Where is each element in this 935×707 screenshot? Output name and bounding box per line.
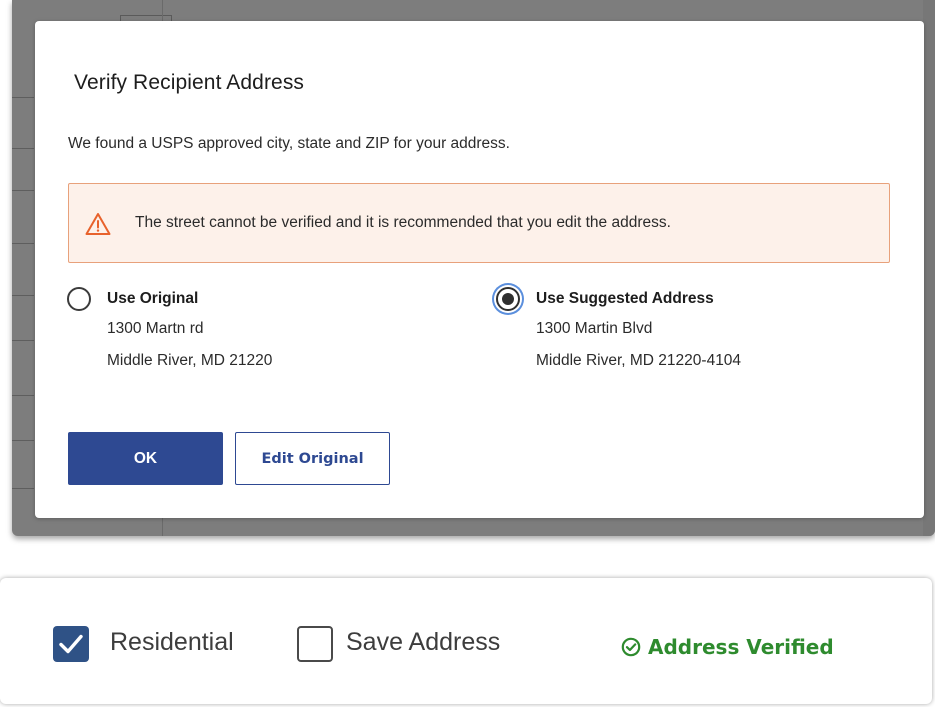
address-line-2: Middle River, MD 21220 bbox=[107, 352, 273, 369]
address-options-panel: Residential Save Address Address Verifie… bbox=[0, 578, 932, 704]
option-title: Use Suggested Address bbox=[536, 290, 714, 307]
address-line-1: 1300 Martin Blvd bbox=[536, 320, 653, 337]
address-line-2: Middle River, MD 21220-4104 bbox=[536, 352, 742, 369]
residential-checkbox[interactable] bbox=[53, 626, 89, 662]
residential-label[interactable]: Residential bbox=[110, 628, 234, 657]
background-edge bbox=[923, 0, 935, 536]
warning-text: The street cannot be verified and it is … bbox=[135, 214, 671, 231]
save-address-label[interactable]: Save Address bbox=[346, 628, 500, 657]
address-line-1: 1300 Martn rd bbox=[107, 320, 204, 337]
radio-use-suggested[interactable] bbox=[496, 287, 520, 311]
verify-address-dialog: Verify Recipient Address We found a USPS… bbox=[35, 21, 924, 518]
option-title: Use Original bbox=[107, 290, 199, 307]
ok-button[interactable]: OK bbox=[68, 432, 223, 485]
address-verified-status: Address Verified bbox=[621, 635, 834, 659]
dialog-title: Verify Recipient Address bbox=[74, 71, 305, 94]
radio-use-original[interactable] bbox=[67, 287, 91, 311]
address-verified-text: Address Verified bbox=[648, 635, 834, 659]
save-address-checkbox[interactable] bbox=[297, 626, 333, 662]
warning-triangle-icon bbox=[85, 213, 111, 235]
warning-alert: The street cannot be verified and it is … bbox=[68, 183, 890, 263]
check-circle-icon bbox=[621, 637, 641, 657]
checkmark-icon bbox=[59, 634, 83, 654]
verification-screen: Verify Recipient Address We found a USPS… bbox=[0, 0, 935, 540]
dialog-subtitle: We found a USPS approved city, state and… bbox=[68, 135, 510, 152]
edit-original-button[interactable]: Edit Original bbox=[235, 432, 390, 485]
